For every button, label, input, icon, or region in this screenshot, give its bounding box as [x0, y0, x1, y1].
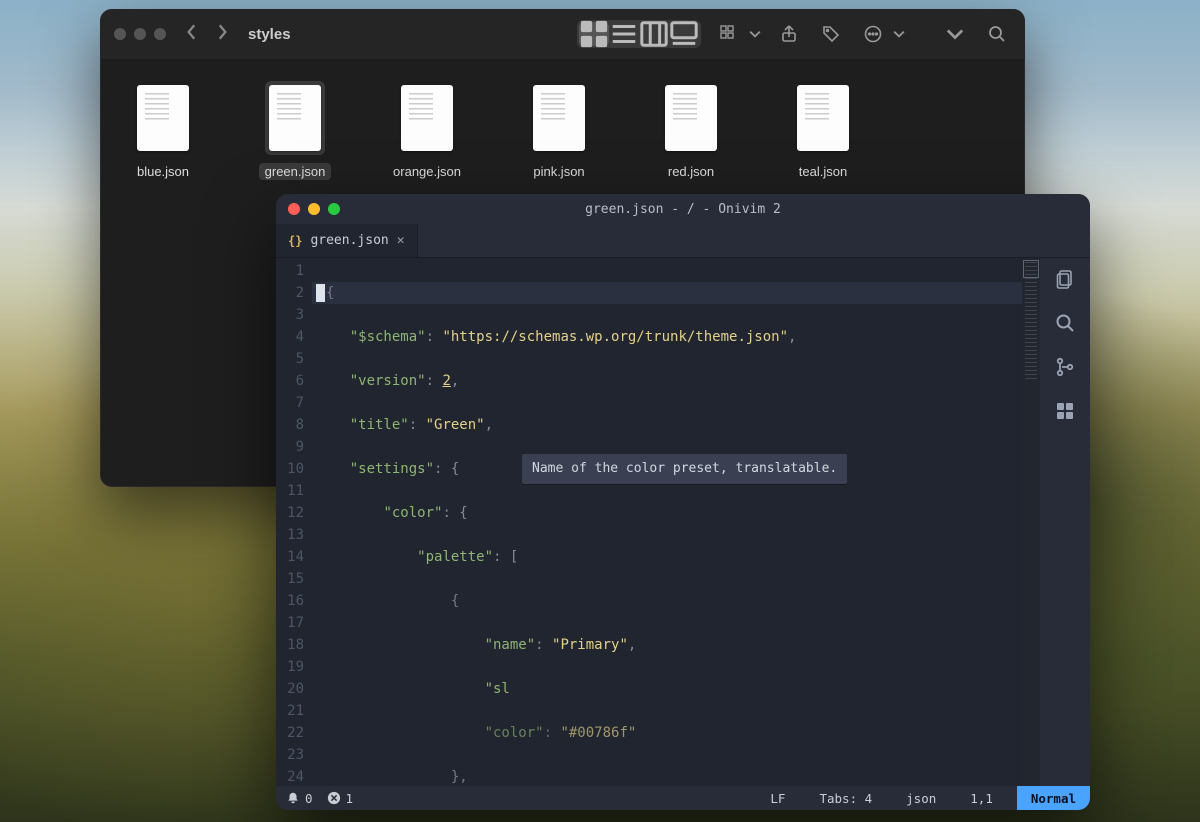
group-icon [715, 20, 743, 48]
search-icon[interactable] [1054, 312, 1076, 334]
tab-close-button[interactable]: ✕ [397, 233, 405, 248]
file-icon [533, 85, 585, 151]
file-icon [401, 85, 453, 151]
finder-toolbar: styles [100, 9, 1025, 59]
editor-tab[interactable]: {} green.json ✕ [276, 224, 418, 257]
file-item[interactable]: pink.json [520, 81, 598, 180]
gutter: 123 456 789 101112 131415 161718 192021 … [276, 258, 312, 786]
source-control-icon[interactable] [1054, 356, 1076, 378]
file-item[interactable]: blue.json [124, 81, 202, 180]
view-mode-switcher[interactable] [577, 20, 701, 48]
share-button[interactable] [775, 20, 803, 48]
file-label: blue.json [131, 163, 195, 180]
status-eol[interactable]: LF [760, 791, 795, 806]
status-language[interactable]: json [896, 791, 946, 806]
file-icon [137, 85, 189, 151]
file-item[interactable]: orange.json [388, 81, 466, 180]
file-icon [797, 85, 849, 151]
status-bar: 0 1 LF Tabs: 4 json 1,1 Normal [276, 786, 1090, 810]
more-icon [859, 20, 887, 48]
file-icon [269, 85, 321, 151]
code-content[interactable]: { "$schema": "https://schemas.wp.org/tru… [312, 258, 1022, 786]
gallery-view-button[interactable] [669, 22, 699, 46]
activity-bar [1040, 258, 1090, 786]
file-label: green.json [259, 163, 332, 180]
editor-body: 123 456 789 101112 131415 161718 192021 … [276, 258, 1090, 786]
tags-button[interactable] [817, 20, 845, 48]
file-label: teal.json [793, 163, 853, 180]
actions-menu[interactable] [859, 20, 905, 48]
json-badge-icon: {} [288, 234, 302, 248]
errors-indicator[interactable]: 1 [327, 791, 354, 806]
column-view-button[interactable] [639, 22, 669, 46]
finder-folder-title: styles [248, 26, 291, 43]
editor-window: green.json - / - Onivim 2 {} green.json … [276, 194, 1090, 810]
file-label: pink.json [527, 163, 590, 180]
minimap[interactable] [1022, 258, 1040, 786]
finder-file-grid: blue.json green.json orange.json pink.js… [100, 59, 1025, 202]
files-icon[interactable] [1054, 268, 1076, 290]
list-view-button[interactable] [609, 22, 639, 46]
editor-tabbar: {} green.json ✕ [276, 224, 1090, 258]
finder-traffic-lights[interactable] [114, 28, 166, 40]
back-button[interactable] [186, 23, 198, 46]
forward-button[interactable] [216, 23, 228, 46]
extensions-icon[interactable] [1054, 400, 1076, 422]
icon-view-button[interactable] [579, 22, 609, 46]
code-area[interactable]: 123 456 789 101112 131415 161718 192021 … [276, 258, 1040, 786]
group-menu[interactable] [715, 20, 761, 48]
status-cursor-pos[interactable]: 1,1 [960, 791, 1003, 806]
editor-traffic-lights[interactable] [288, 203, 340, 215]
file-item[interactable]: teal.json [784, 81, 862, 180]
editor-window-title: green.json - / - Onivim 2 [585, 202, 781, 217]
file-label: orange.json [387, 163, 467, 180]
file-label: red.json [662, 163, 720, 180]
status-vim-mode: Normal [1017, 786, 1090, 810]
notifications-indicator[interactable]: 0 [286, 791, 313, 806]
tab-filename: green.json [310, 233, 388, 248]
status-indent[interactable]: Tabs: 4 [809, 791, 882, 806]
chevron-down-icon [893, 20, 905, 48]
search-button[interactable] [983, 20, 1011, 48]
hover-tooltip: Name of the color preset, translatable. [522, 454, 847, 484]
editor-titlebar: green.json - / - Onivim 2 [276, 194, 1090, 224]
chevron-down-small-icon[interactable] [941, 20, 969, 48]
file-item[interactable]: red.json [652, 81, 730, 180]
file-item[interactable]: green.json [256, 81, 334, 180]
chevron-down-icon [749, 20, 761, 48]
file-icon [665, 85, 717, 151]
